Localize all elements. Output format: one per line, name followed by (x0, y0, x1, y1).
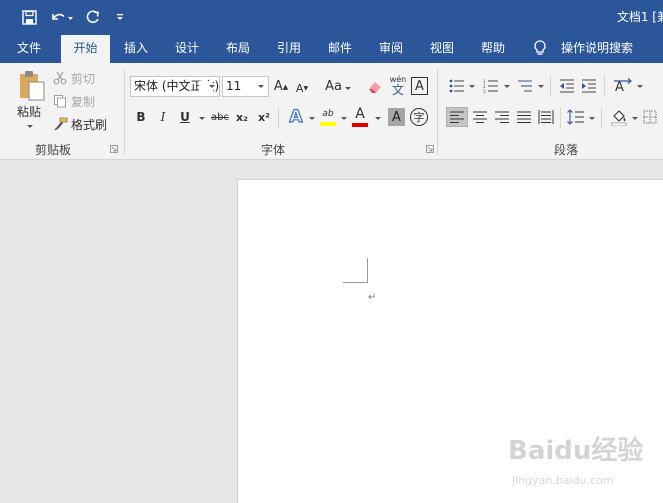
bold-button[interactable]: B (134, 108, 148, 126)
enclose-character-icon[interactable]: 字 (410, 108, 428, 126)
paintbrush-icon (54, 117, 68, 130)
text-effects-icon[interactable]: A (286, 106, 306, 128)
align-right-icon[interactable] (492, 107, 512, 127)
align-center-icon[interactable] (470, 107, 490, 127)
document-title: 文档1 [兼 (616, 10, 663, 24)
superscript-button[interactable]: x² (256, 108, 272, 126)
text-direction-dropdown-icon[interactable] (637, 85, 643, 88)
font-name-combo[interactable]: 宋体 (中文正文) (130, 76, 220, 97)
font-color-swatch (352, 123, 368, 127)
redo-icon[interactable] (84, 6, 102, 28)
ribbon-tab-bar: 文件 开始 插入 设计 布局 引用 邮件 审阅 视图 帮助 操作说明搜索 (0, 33, 663, 63)
mini-separator (560, 107, 561, 129)
tab-design[interactable]: 设计 (166, 33, 208, 63)
mini-separator (601, 107, 602, 129)
shrink-font-icon[interactable]: A ▼ (294, 78, 310, 99)
tab-mailings[interactable]: 邮件 (319, 33, 361, 63)
font-color-dropdown-icon[interactable] (375, 117, 381, 120)
copy-button[interactable]: 复制 (53, 92, 99, 110)
paste-dropdown-icon[interactable] (27, 125, 33, 128)
bullets-icon[interactable] (448, 77, 466, 95)
text-direction-icon[interactable]: A (612, 76, 634, 96)
align-left-icon (450, 111, 464, 123)
svg-text:A: A (615, 80, 624, 94)
mini-separator (604, 75, 605, 97)
highlight-swatch (320, 121, 336, 126)
undo-icon[interactable] (48, 6, 74, 28)
highlight-color-icon[interactable]: ab (318, 107, 338, 127)
phonetic-guide-icon[interactable]: wén 文 (388, 73, 408, 99)
tab-file[interactable]: 文件 (7, 33, 51, 63)
scissors-icon (53, 71, 67, 85)
lightbulb-icon (533, 40, 547, 59)
tell-me-search[interactable]: 操作说明搜索 (557, 33, 637, 63)
underline-dropdown-icon[interactable] (199, 117, 205, 120)
subscript-button[interactable]: x₂ (234, 108, 250, 126)
character-shading-icon[interactable]: A (388, 108, 405, 126)
line-spacing-icon[interactable] (566, 107, 586, 127)
mini-separator (278, 107, 279, 129)
underline-button[interactable]: U (178, 108, 192, 126)
title-bar: 文档1 [兼 (0, 0, 663, 33)
copy-icon (54, 95, 66, 108)
font-color-icon[interactable]: A (350, 106, 370, 128)
tab-layout[interactable]: 布局 (217, 33, 259, 63)
multilevel-dropdown-icon[interactable] (538, 85, 544, 88)
ribbon-home: 粘贴 剪切 复制 格式刷 剪贴板 宋体 (中文正文) 11 A ▲ A ▼ Aa w… (0, 63, 663, 160)
distributed-icon[interactable] (536, 107, 556, 127)
tab-review[interactable]: 审阅 (370, 33, 412, 63)
change-case-button[interactable]: Aa (323, 76, 353, 97)
text-effects-dropdown-icon[interactable] (309, 117, 315, 120)
font-launcher-icon[interactable] (426, 145, 434, 153)
group-separator (437, 69, 438, 155)
font-size-combo[interactable]: 11 (222, 76, 269, 97)
watermark-logo: Baidu经验 (508, 436, 644, 466)
format-painter-button[interactable]: 格式刷 (53, 115, 111, 133)
italic-button[interactable]: I (156, 108, 170, 126)
paragraph-group-label: 段落 (554, 143, 579, 157)
font-group-label: 字体 (261, 143, 286, 157)
justify-icon[interactable] (514, 107, 534, 127)
tab-home[interactable]: 开始 (61, 35, 110, 63)
tab-references[interactable]: 引用 (268, 33, 310, 63)
paragraph-mark: ↵ (368, 292, 377, 303)
clipboard-group-label: 剪贴板 (35, 143, 72, 157)
line-spacing-dropdown-icon[interactable] (589, 117, 595, 120)
multilevel-list-icon[interactable] (516, 77, 534, 95)
numbering-dropdown-icon[interactable] (504, 85, 510, 88)
bullets-dropdown-icon[interactable] (469, 85, 475, 88)
watermark-url: jingyan.baidu.com (512, 474, 614, 487)
numbering-icon[interactable]: 123 (482, 77, 500, 95)
customize-qat-icon[interactable] (113, 6, 127, 28)
clipboard-launcher-icon[interactable] (110, 145, 118, 153)
character-border-icon[interactable]: A (411, 77, 428, 95)
decrease-indent-icon[interactable] (558, 77, 576, 95)
save-icon[interactable] (20, 6, 38, 28)
paste-icon[interactable] (12, 69, 50, 101)
mini-separator (550, 75, 551, 97)
svg-text:3: 3 (483, 89, 486, 93)
highlight-dropdown-icon[interactable] (341, 117, 347, 120)
cut-button[interactable]: 剪切 (53, 69, 99, 87)
tab-insert[interactable]: 插入 (115, 33, 157, 63)
clear-formatting-icon[interactable] (366, 77, 384, 96)
align-left-button[interactable] (446, 107, 468, 127)
borders-icon[interactable] (643, 107, 661, 127)
font-size-dropdown-icon[interactable] (258, 85, 264, 88)
strikethrough-button[interactable]: abc (210, 108, 230, 126)
increase-indent-icon[interactable] (580, 77, 598, 95)
tab-view[interactable]: 视图 (421, 33, 463, 63)
margin-corner-mark (343, 282, 368, 283)
shading-bucket-icon[interactable] (609, 106, 629, 128)
font-name-dropdown-icon[interactable] (209, 85, 215, 88)
grow-font-icon[interactable]: A ▲ (273, 76, 289, 97)
paste-button[interactable]: 粘贴 (12, 103, 46, 119)
group-separator (124, 69, 125, 155)
tab-help[interactable]: 帮助 (472, 33, 514, 63)
shading-dropdown-icon[interactable] (632, 117, 638, 120)
margin-corner-mark (367, 258, 368, 283)
